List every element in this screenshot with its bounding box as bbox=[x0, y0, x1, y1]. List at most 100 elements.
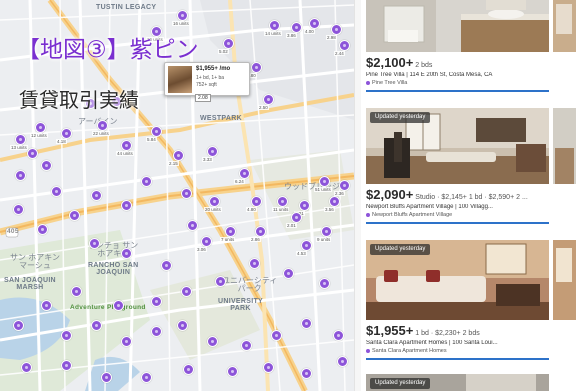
panel-divider[interactable] bbox=[354, 0, 361, 391]
map-pin-icon[interactable] bbox=[140, 372, 154, 390]
listing-card[interactable]: Updated yesterday $1,955+ 1 bd · $2,230+… bbox=[366, 240, 576, 360]
map-pin-icon[interactable]: 2.36 bbox=[334, 180, 352, 198]
map-pin-icon[interactable] bbox=[60, 330, 74, 348]
map-pin-icon[interactable]: 16 units bbox=[172, 10, 190, 28]
map-pin-icon[interactable] bbox=[176, 320, 190, 338]
map-pin-icon[interactable] bbox=[120, 336, 134, 354]
map-pin-icon[interactable] bbox=[206, 336, 220, 354]
listing-photo[interactable] bbox=[366, 0, 549, 52]
map-pin-icon[interactable] bbox=[40, 160, 54, 178]
map-pin-icon[interactable] bbox=[90, 320, 104, 338]
map-pin-icon[interactable]: 22 units bbox=[92, 120, 110, 138]
map-pin-icon[interactable]: 11 units bbox=[272, 196, 290, 214]
listings-panel[interactable]: $2,100+ 2 bds Pine Tree Villa | 114 E 20… bbox=[361, 0, 576, 391]
map-pin-icon[interactable]: 4.00 bbox=[304, 18, 322, 36]
map-pin-icon[interactable]: 7 units bbox=[220, 226, 238, 244]
map-pin-icon[interactable] bbox=[300, 318, 314, 336]
map-pin-icon[interactable]: 20 units bbox=[204, 196, 222, 214]
map-pin-icon[interactable] bbox=[240, 340, 254, 358]
map-pin-icon[interactable] bbox=[262, 362, 276, 380]
map-pin-icon[interactable] bbox=[150, 326, 164, 344]
map-pin-icon[interactable]: 14 units bbox=[264, 20, 282, 38]
popup-sqft: 752+ sqft bbox=[196, 82, 217, 88]
map-pin-icon[interactable]: 4.18 bbox=[56, 128, 74, 146]
map-pin-icon[interactable]: 3.06 bbox=[196, 236, 214, 254]
map-pin-icon[interactable] bbox=[36, 224, 50, 242]
map-pin-icon[interactable]: 51 units bbox=[314, 176, 332, 194]
map-pin-icon[interactable]: 4.53 bbox=[296, 240, 314, 258]
map-pin-icon[interactable] bbox=[318, 278, 332, 296]
map-pin-icon[interactable] bbox=[336, 356, 350, 374]
updated-badge: Updated yesterday bbox=[370, 112, 431, 123]
map-pin-icon[interactable]: 5.02 bbox=[218, 38, 236, 56]
map-pin-icon[interactable] bbox=[60, 360, 74, 378]
map-pin-icon[interactable] bbox=[150, 296, 164, 314]
card-divider bbox=[366, 90, 549, 92]
pin-marker bbox=[97, 120, 108, 131]
map-pin-icon[interactable] bbox=[140, 176, 154, 194]
map-pin-icon[interactable]: 2.44 bbox=[334, 40, 352, 58]
map-pin-icon[interactable] bbox=[120, 200, 134, 218]
pin-label: 5.02 bbox=[218, 49, 229, 54]
map-pin-icon[interactable] bbox=[270, 330, 284, 348]
pin-label: 4.53 bbox=[296, 251, 307, 256]
map-listing-popup[interactable]: $1,955+ /mo 1+ bd, 1+ ba 752+ sqft bbox=[164, 62, 250, 96]
map-pin-icon[interactable] bbox=[214, 276, 228, 294]
map-pin-icon[interactable] bbox=[332, 330, 346, 348]
map-pin-icon[interactable]: 2.50 bbox=[258, 94, 276, 112]
listing-address[interactable]: Newport Bluffs Apartment Village | 100 V… bbox=[366, 204, 551, 210]
map-pin-icon[interactable]: 1.80 bbox=[246, 62, 264, 80]
map-pin-icon[interactable] bbox=[180, 188, 194, 206]
popup-beds-baths: 1+ bd, 1+ ba bbox=[196, 75, 225, 81]
map-pin-icon[interactable]: 3.33 bbox=[202, 146, 220, 164]
map-pin-icon[interactable]: 2.01 bbox=[286, 212, 304, 230]
listing-address[interactable]: Santa Clara Apartment Homes | 100 Santa … bbox=[366, 340, 551, 346]
place-label-adventure-playground: Adventure Playground bbox=[70, 304, 146, 311]
map-pin-icon[interactable] bbox=[120, 248, 134, 266]
map-pin-icon[interactable]: 2.15 bbox=[168, 150, 186, 168]
map-pin-icon[interactable] bbox=[248, 258, 262, 276]
map-pin-icon[interactable]: 5.84 bbox=[146, 126, 164, 144]
listing-photo[interactable]: Updated yesterday bbox=[366, 240, 549, 320]
map-pin-icon[interactable] bbox=[282, 268, 296, 286]
map-pin-icon[interactable] bbox=[112, 300, 126, 318]
map-pin-icon[interactable] bbox=[12, 320, 26, 338]
map-pin-icon[interactable]: 2.86 bbox=[250, 226, 268, 244]
map-pin-icon[interactable] bbox=[186, 220, 200, 238]
map-pin-icon[interactable]: 3.86 bbox=[286, 22, 304, 40]
pin-marker bbox=[225, 226, 236, 237]
listing-card[interactable]: $2,100+ 2 bds Pine Tree Villa | 114 E 20… bbox=[366, 0, 576, 92]
listing-photo[interactable]: Updated yesterday bbox=[366, 108, 549, 184]
map-pin-icon[interactable] bbox=[100, 372, 114, 390]
pin-label: 51 units bbox=[314, 187, 332, 192]
listing-address[interactable]: Pine Tree Villa | 114 E 20th St, Costa M… bbox=[366, 72, 551, 78]
map-pin-icon[interactable] bbox=[40, 300, 54, 318]
map-pin-icon[interactable] bbox=[20, 362, 34, 380]
map-pin-icon[interactable]: 4.80 bbox=[246, 196, 264, 214]
map-pin-icon[interactable] bbox=[14, 170, 28, 188]
listing-card[interactable]: Updated yesterday $2,090+ Studio · $2,14… bbox=[366, 108, 576, 224]
map-pin-icon[interactable]: 6.24 bbox=[234, 168, 252, 186]
map-pin-icon[interactable]: 44 units bbox=[116, 140, 134, 158]
map-pin-icon[interactable] bbox=[226, 366, 240, 384]
pin-marker bbox=[61, 330, 72, 341]
map-pin-icon[interactable] bbox=[88, 238, 102, 256]
map-pin-icon[interactable]: 9 units bbox=[316, 226, 334, 244]
listing-photo[interactable]: Updated yesterday bbox=[366, 374, 549, 391]
listing-card[interactable]: Updated yesterday bbox=[366, 374, 576, 391]
map-pin-icon[interactable] bbox=[182, 364, 196, 382]
map-pin-icon[interactable] bbox=[50, 186, 64, 204]
map-pin-icon[interactable] bbox=[68, 210, 82, 228]
map-pin-icon[interactable] bbox=[180, 286, 194, 304]
map-pin-icon[interactable] bbox=[70, 286, 84, 304]
map-pin-icon[interactable] bbox=[26, 148, 40, 166]
map-pin-icon[interactable] bbox=[12, 204, 26, 222]
map-pin-icon[interactable]: 3.56 bbox=[324, 196, 342, 214]
map-pin-icon[interactable] bbox=[300, 368, 314, 386]
map-pin-icon[interactable] bbox=[160, 260, 174, 278]
map-panel[interactable]: TUSTIN LEGACY WESTPARK RANCHO SAN JOAQUI… bbox=[0, 0, 354, 391]
map-pin-icon[interactable]: 12 units bbox=[30, 122, 48, 140]
pin-marker bbox=[151, 326, 162, 337]
map-pin-icon[interactable] bbox=[90, 190, 104, 208]
listing-price: $1,955+ bbox=[366, 323, 414, 338]
